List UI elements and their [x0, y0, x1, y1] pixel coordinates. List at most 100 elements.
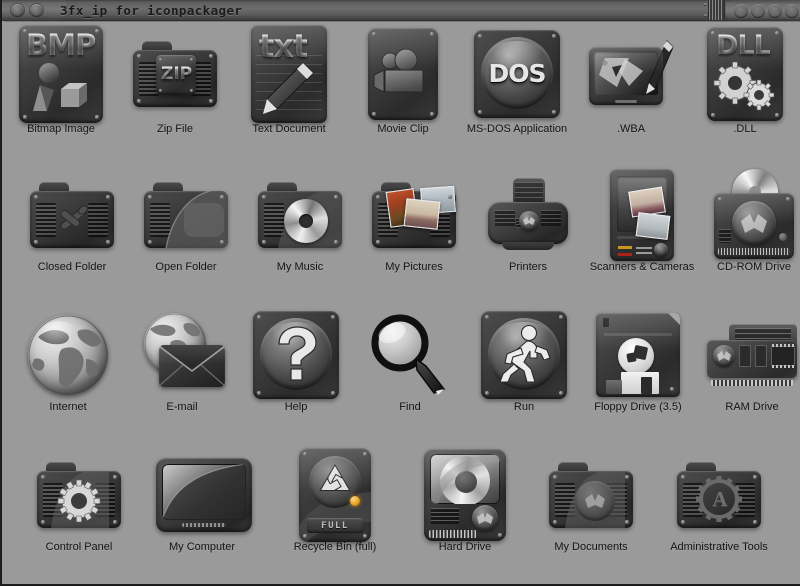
bitmap-image-icon: BMP: [15, 25, 107, 123]
icon-floppy-drive[interactable]: Floppy Drive (3.5): [581, 310, 695, 450]
movie-clip-icon: [357, 26, 449, 122]
scanner-photo-2: [635, 212, 671, 240]
titlebar-screw-1: [704, 3, 707, 6]
control-panel-icon: [33, 450, 125, 540]
titlebar-right-cluster: [682, 0, 800, 21]
icon-row-3: Internet E-mail Help Find Run Floppy Dri…: [4, 310, 800, 450]
dll-icon: DLL: [699, 26, 791, 122]
closed-folder-icon: [26, 170, 118, 260]
icon-row-4: Control Panel My Computer FULL Recycle B…: [4, 448, 800, 586]
icon-label: Scanners & Cameras: [589, 261, 695, 273]
icon-row-1: BMP Bitmap Image ZIP Zip File txt Text D…: [4, 25, 800, 166]
administrative-tools-icon: A: [673, 450, 765, 540]
cd-rom-drive-icon: [708, 169, 800, 260]
photo-thumbnail-2: [403, 198, 441, 230]
icon-ms-dos-application[interactable]: DOS MS-DOS Application: [460, 26, 574, 166]
icon-my-pictures[interactable]: My Pictures: [357, 170, 471, 310]
icon-my-computer[interactable]: My Computer: [145, 450, 259, 586]
icon-label: Administrative Tools: [670, 541, 768, 553]
icon-administrative-tools[interactable]: A Administrative Tools: [662, 450, 776, 586]
find-icon: [364, 310, 456, 400]
titlebar-button-3[interactable]: [768, 4, 782, 18]
titlebar-button-4[interactable]: [785, 4, 799, 18]
scanners-and-cameras-icon: [596, 169, 688, 261]
titlebar-grille-icon: [708, 0, 725, 20]
icon-internet[interactable]: Internet: [11, 310, 125, 450]
hard-drive-icon: [419, 449, 511, 541]
icon-closed-folder[interactable]: Closed Folder: [15, 170, 129, 310]
icon-label: Open Folder: [155, 261, 217, 273]
icon-label: .DLL: [733, 123, 757, 135]
titlebar-knob-1[interactable]: [11, 4, 24, 17]
recycle-bin-full-icon: FULL: [289, 448, 381, 542]
window-title: 3fx_ip for iconpackager: [60, 3, 243, 18]
icon-text-document[interactable]: txt Text Document: [232, 25, 346, 166]
email-icon: [136, 310, 228, 400]
icon-label: Zip File: [156, 123, 194, 135]
icon-find[interactable]: Find: [353, 310, 467, 450]
wba-icon: [585, 26, 677, 122]
icon-label: Closed Folder: [37, 261, 107, 273]
icon-label: E-mail: [166, 401, 198, 413]
text-document-icon: txt: [243, 25, 335, 123]
icon-label: CD-ROM Drive: [717, 261, 791, 273]
titlebar-knob-2[interactable]: [30, 4, 43, 17]
icon-label: Find: [399, 401, 421, 413]
icon-canvas: BMP Bitmap Image ZIP Zip File txt Text D…: [4, 21, 800, 584]
icon-label: MS-DOS Application: [466, 123, 568, 135]
icon-row-2: Closed Folder Open Folder My Music My Pi…: [4, 169, 800, 310]
icon-control-panel[interactable]: Control Panel: [22, 450, 136, 586]
icon-bitmap-image[interactable]: BMP Bitmap Image: [4, 25, 118, 166]
my-music-icon: [254, 170, 346, 260]
titlebar-button-1[interactable]: [734, 4, 748, 18]
icon-label: Recycle Bin (full): [293, 541, 377, 553]
icon-label: Printers: [509, 261, 547, 273]
titlebar-screw-2: [704, 14, 707, 17]
icon-wba[interactable]: .WBA: [574, 26, 688, 166]
icon-label: Run: [513, 401, 535, 413]
icon-label: My Music: [276, 261, 324, 273]
admin-letter-glyph: A: [712, 486, 728, 511]
icon-label: My Pictures: [385, 261, 443, 273]
icon-movie-clip[interactable]: Movie Clip: [346, 26, 460, 166]
icon-help[interactable]: Help: [239, 310, 353, 450]
icon-email[interactable]: E-mail: [125, 310, 239, 450]
icon-label: Help: [284, 401, 308, 413]
icon-recycle-bin-full[interactable]: FULL Recycle Bin (full): [278, 448, 392, 586]
my-computer-icon: [156, 450, 252, 540]
icon-zip-file[interactable]: ZIP Zip File: [118, 26, 232, 166]
icon-label: Text Document: [252, 123, 326, 135]
icon-label: My Documents: [554, 541, 628, 553]
icon-label: Bitmap Image: [27, 123, 95, 135]
printers-icon: [482, 170, 574, 260]
icon-label: My Computer: [168, 541, 236, 553]
icon-label: RAM Drive: [725, 401, 779, 413]
icon-hard-drive[interactable]: Hard Drive: [408, 449, 522, 586]
icon-dll[interactable]: DLL .DLL: [688, 26, 800, 166]
icon-cd-rom-drive[interactable]: CD-ROM Drive: [697, 169, 800, 310]
icon-ram-drive[interactable]: RAM Drive: [695, 310, 800, 450]
icon-scanners-and-cameras[interactable]: Scanners & Cameras: [585, 169, 699, 310]
icon-open-folder[interactable]: Open Folder: [129, 170, 243, 310]
titlebar-button-2[interactable]: [751, 4, 765, 18]
zip-file-icon: ZIP: [129, 26, 221, 122]
icon-label: .WBA: [616, 123, 646, 135]
icon-label: Control Panel: [45, 541, 113, 553]
icon-printers[interactable]: Printers: [471, 170, 585, 310]
titlebar[interactable]: 3fx_ip for iconpackager: [2, 0, 800, 21]
app-window: 3fx_ip for iconpackager BMP Bitmap Image…: [0, 0, 800, 586]
internet-icon: [22, 310, 114, 400]
icon-label: Hard Drive: [438, 541, 492, 553]
icon-label: Floppy Drive (3.5): [594, 401, 682, 413]
icon-my-documents[interactable]: My Documents: [534, 450, 648, 586]
icon-label: Movie Clip: [377, 123, 429, 135]
my-pictures-icon: [368, 170, 460, 260]
icon-label: Internet: [49, 401, 87, 413]
recycle-status-text: FULL: [321, 520, 349, 531]
icon-run[interactable]: Run: [467, 310, 581, 450]
ms-dos-application-icon: DOS: [471, 26, 563, 122]
floppy-drive-icon: [592, 310, 684, 400]
my-documents-icon: [545, 450, 637, 540]
help-icon: [250, 310, 342, 400]
icon-my-music[interactable]: My Music: [243, 170, 357, 310]
